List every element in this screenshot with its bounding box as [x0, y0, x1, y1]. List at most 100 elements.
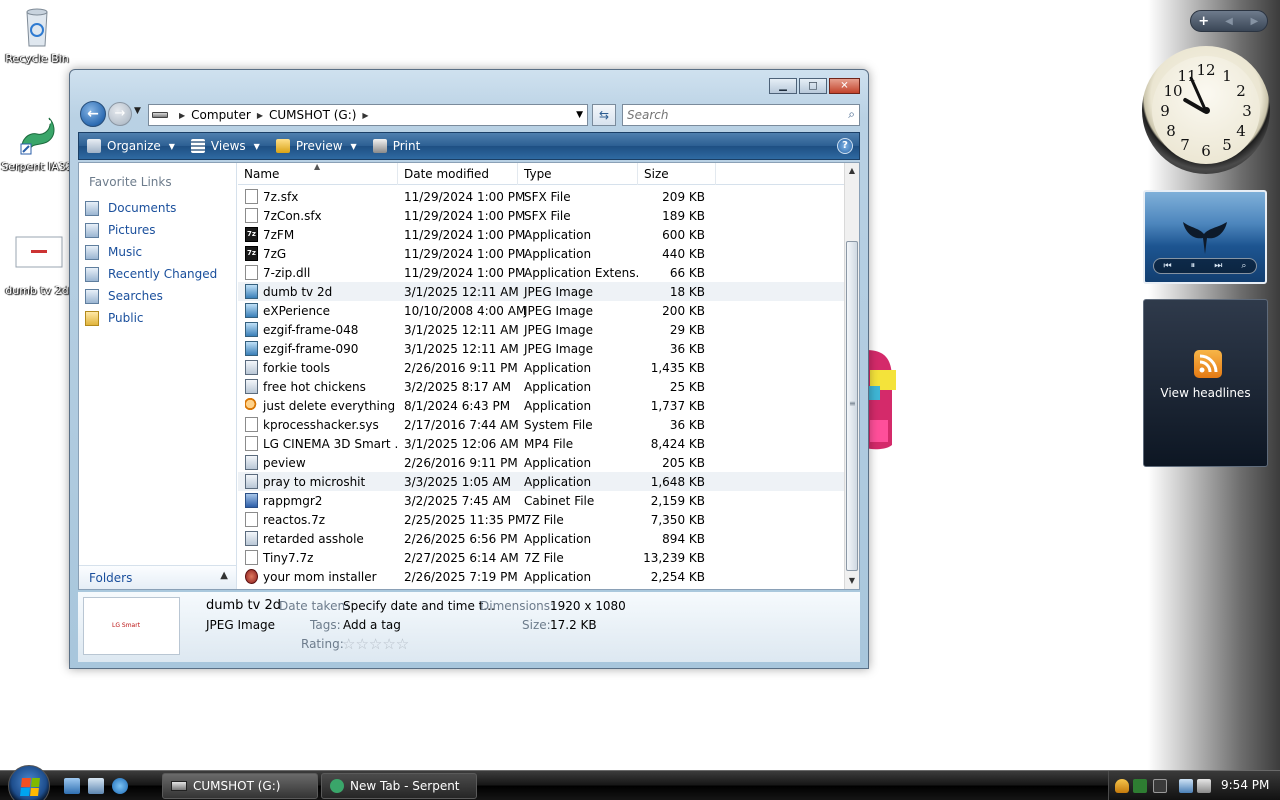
favorite-link-documents[interactable]: Documents: [85, 197, 217, 219]
application-icon: [245, 379, 258, 394]
file-name-cell: 7z 7zFM: [238, 227, 398, 242]
organize-button[interactable]: Organize ▼: [79, 133, 183, 159]
folders-toggle[interactable]: Folders ▲: [79, 565, 236, 589]
views-button[interactable]: Views ▼: [183, 133, 268, 159]
details-file-type: JPEG Image: [206, 618, 276, 632]
view-icon[interactable]: ⌕: [1241, 261, 1246, 271]
search-icon[interactable]: ⌕: [848, 107, 855, 122]
file-row[interactable]: reactos.7z 2/25/2025 11:35 PM 7Z File 7,350…: [238, 510, 844, 529]
internet-explorer-icon[interactable]: [112, 778, 128, 794]
start-button[interactable]: [8, 765, 50, 800]
breadcrumb-computer[interactable]: Computer: [191, 108, 251, 122]
recycle-bin-desktop-icon[interactable]: Recycle Bin: [0, 4, 74, 65]
file-row[interactable]: dumb tv 2d 3/1/2025 12:11 AM JPEG Image 18 …: [238, 282, 844, 301]
refresh-button[interactable]: ⇆: [592, 104, 616, 126]
favorite-link-music[interactable]: Music: [85, 241, 217, 263]
file-row[interactable]: rappmgr2 3/2/2025 7:45 AM Cabinet File 2,15…: [238, 491, 844, 510]
file-date: 2/26/2025 7:19 PM: [404, 569, 518, 584]
file-row[interactable]: 7z 7zG 11/29/2024 1:00 PM Application 440 KB: [238, 244, 844, 263]
file-row[interactable]: 7zCon.sfx 11/29/2024 1:00 PM SFX File 189 K…: [238, 206, 844, 225]
favorite-link-public[interactable]: Public: [85, 307, 217, 329]
favorite-link-recently-changed[interactable]: Recently Changed: [85, 263, 217, 285]
file-row[interactable]: forkie tools 2/26/2016 9:11 PM Application…: [238, 358, 844, 377]
feed-headlines-gadget[interactable]: View headlines: [1143, 299, 1268, 467]
add-gadget-button[interactable]: +: [1191, 14, 1216, 29]
security-shield-icon[interactable]: [1115, 779, 1129, 793]
file-row[interactable]: kprocesshacker.sys 2/17/2016 7:44 AM Syste…: [238, 415, 844, 434]
tags-value[interactable]: Add a tag: [343, 618, 401, 632]
file-row[interactable]: ezgif-frame-090 3/1/2025 12:11 AM JPEG Ima…: [238, 339, 844, 358]
file-row[interactable]: pray to microshit 3/3/2025 1:05 AM Applica…: [238, 472, 844, 491]
file-size: 200 KB: [662, 303, 705, 318]
forward-arrow-icon: →: [114, 106, 126, 121]
forward-button[interactable]: →: [108, 102, 132, 126]
breadcrumb-drive[interactable]: CUMSHOT (G:): [269, 108, 356, 122]
column-header-date[interactable]: Date modified: [398, 163, 518, 185]
serpent-icon: [15, 112, 59, 156]
search-box[interactable]: ⌕: [622, 104, 860, 126]
view-headlines-link[interactable]: View headlines: [1144, 386, 1267, 400]
file-icon: [245, 550, 258, 565]
file-row[interactable]: 7z 7zFM 11/29/2024 1:00 PM Application 600 K…: [238, 225, 844, 244]
file-row[interactable]: 7z.sfx 11/29/2024 1:00 PM SFX File 209 KB: [238, 187, 844, 206]
print-button[interactable]: Print: [365, 133, 429, 159]
maximize-button[interactable]: □: [799, 78, 827, 94]
rating-stars[interactable]: ☆☆☆☆☆: [342, 635, 409, 653]
breadcrumb-separator-icon[interactable]: ▶: [257, 111, 263, 120]
breadcrumb-separator-icon[interactable]: ▶: [179, 111, 185, 120]
sidebar-tray-icon[interactable]: [1153, 779, 1167, 793]
close-button[interactable]: ✕: [829, 78, 860, 94]
recent-pages-dropdown[interactable]: ▼: [134, 106, 141, 116]
scrollbar-thumb[interactable]: ≡: [846, 241, 858, 571]
taskbar-button-serpent[interactable]: New Tab - Serpent: [321, 773, 477, 799]
vertical-scrollbar[interactable]: ▲ ≡ ▼: [844, 163, 859, 589]
switch-windows-icon[interactable]: [88, 778, 104, 794]
search-input[interactable]: [623, 105, 833, 125]
clock-gadget[interactable]: 12 1 2 3 4 5 6 7 8 9 10 11: [1142, 46, 1270, 174]
scroll-down-icon[interactable]: ▼: [845, 573, 859, 589]
7zip-icon: 7z: [245, 227, 258, 242]
column-header-type[interactable]: Type: [518, 163, 638, 185]
pause-icon[interactable]: ⏸: [1191, 261, 1196, 271]
file-row[interactable]: retarded asshole 2/26/2025 6:56 PM Applica…: [238, 529, 844, 548]
file-row[interactable]: your mom installer 2/26/2025 7:19 PM Appli…: [238, 567, 844, 586]
file-type: Application: [524, 474, 592, 489]
address-bar[interactable]: ▶ Computer ▶ CUMSHOT (G:) ▶ ▼: [148, 104, 588, 126]
file-row[interactable]: 7-zip.dll 11/29/2024 1:00 PM Application E…: [238, 263, 844, 282]
file-row[interactable]: peview 2/26/2016 9:11 PM Application 205 KB: [238, 453, 844, 472]
address-dropdown-icon[interactable]: ▼: [576, 110, 583, 120]
network-icon[interactable]: [1179, 779, 1193, 793]
views-icon: [190, 139, 205, 153]
taskbar-button-explorer[interactable]: CUMSHOT (G:): [162, 773, 318, 799]
show-desktop-icon[interactable]: [64, 778, 80, 794]
column-header-size[interactable]: Size: [638, 163, 716, 185]
minimize-button[interactable]: ▁: [769, 78, 797, 94]
file-row[interactable]: LG CINEMA 3D Smart ... 3/1/2025 12:06 AM M…: [238, 434, 844, 453]
previous-gadgets-button[interactable]: ◀: [1216, 16, 1241, 27]
scroll-up-icon[interactable]: ▲: [845, 163, 859, 179]
dumb-tv-desktop-icon[interactable]: dumb tv 2d: [0, 236, 74, 297]
application-icon: [245, 531, 258, 546]
breadcrumb-separator-icon[interactable]: ▶: [362, 111, 368, 120]
file-row[interactable]: just delete everything 8/1/2024 6:43 PM Ap…: [238, 396, 844, 415]
file-row[interactable]: Tiny7.7z 2/27/2025 6:14 AM 7Z File 13,239 K…: [238, 548, 844, 567]
volume-muted-icon[interactable]: [1197, 779, 1211, 793]
serpent-desktop-icon[interactable]: Serpent IA32: [0, 112, 74, 173]
file-row[interactable]: ezgif-frame-048 3/1/2025 12:11 AM JPEG Ima…: [238, 320, 844, 339]
content-area: Favorite Links Documents Pictures Music …: [78, 162, 860, 590]
favorite-link-searches[interactable]: Searches: [85, 285, 217, 307]
system-clock[interactable]: 9:54 PM: [1221, 778, 1269, 792]
next-icon[interactable]: ⏭: [1214, 261, 1222, 271]
help-button[interactable]: ?: [837, 138, 853, 154]
file-row[interactable]: free hot chickens 3/2/2025 8:17 AM Applica…: [238, 377, 844, 396]
back-button[interactable]: ←: [80, 101, 106, 127]
file-date: 11/29/2024 1:00 PM: [404, 265, 526, 280]
favorite-link-pictures[interactable]: Pictures: [85, 219, 217, 241]
date-taken-value[interactable]: Specify date and time t...: [343, 599, 495, 613]
next-gadgets-button[interactable]: ▶: [1242, 16, 1267, 27]
slideshow-gadget[interactable]: ⏮ ⏸ ⏭ ⌕: [1143, 190, 1267, 284]
network-check-icon[interactable]: [1133, 779, 1147, 793]
file-row[interactable]: eXPerience 10/10/2008 4:00 AM JPEG Image 20…: [238, 301, 844, 320]
column-header-name[interactable]: ▲ Name: [238, 162, 398, 185]
previous-icon[interactable]: ⏮: [1164, 261, 1172, 271]
